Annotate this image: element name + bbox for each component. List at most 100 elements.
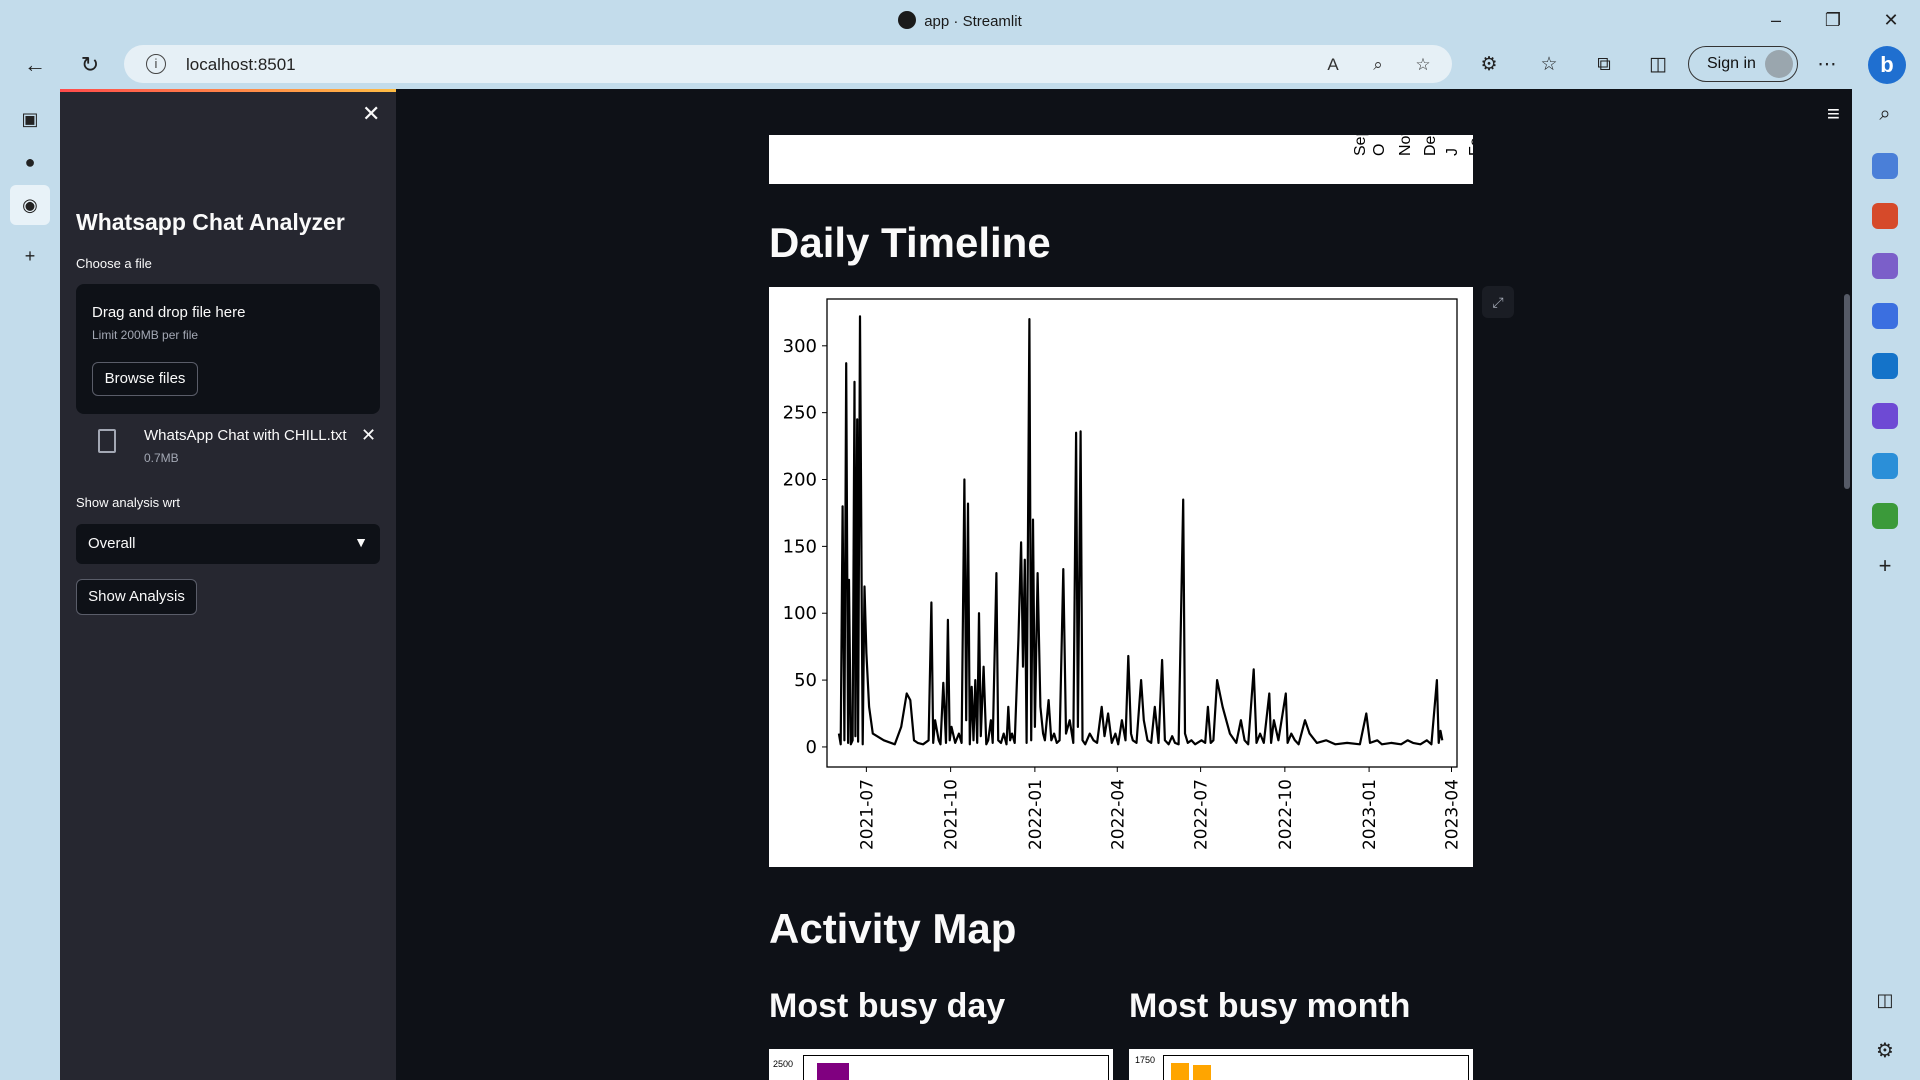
most-busy-day-heading: Most busy day: [769, 987, 1006, 1025]
shopping-icon[interactable]: [1872, 153, 1898, 179]
daily-timeline-svg: 0 50 100 150 200 250 300 2021-07 2021-10 2022-01 2…: [783, 298, 1463, 850]
busy-month-bar: [1193, 1065, 1211, 1080]
x-tick-label: 2022-07: [1192, 779, 1212, 850]
github-tab-icon[interactable]: ●: [15, 147, 45, 177]
site-info-icon[interactable]: i: [146, 54, 166, 74]
month-tick-label: Sept: [1352, 135, 1369, 156]
microsoft-365-icon[interactable]: [1872, 303, 1898, 329]
month-tick-label: Fe: [1467, 137, 1473, 156]
favorites-icon[interactable]: ☆: [1534, 51, 1564, 79]
refresh-icon[interactable]: ↻: [75, 50, 105, 80]
busy-day-chart: 2500: [769, 1049, 1113, 1080]
y-tick-label: 250: [783, 403, 817, 424]
extensions-icon[interactable]: ⚙: [1474, 51, 1504, 79]
outlook-icon[interactable]: [1872, 353, 1898, 379]
scrollbar[interactable]: [1844, 294, 1850, 489]
close-window-icon[interactable]: ✕: [1876, 6, 1906, 34]
send-icon[interactable]: [1872, 453, 1898, 479]
tools-icon[interactable]: [1872, 203, 1898, 229]
file-name: WhatsApp Chat with CHILL.txt: [144, 427, 347, 444]
decoration-bar: [60, 89, 396, 92]
new-tab-icon[interactable]: +: [15, 241, 45, 271]
month-tick-label: Dec: [1422, 135, 1439, 156]
daily-timeline-heading: Daily Timeline: [769, 219, 1051, 266]
settings-icon[interactable]: ⚙: [1872, 1038, 1898, 1064]
address-bar[interactable]: i localhost:8501 A ⌕ ☆: [124, 45, 1452, 83]
y-tick-label: 100: [783, 603, 817, 624]
x-tick-label: 2022-01: [1026, 779, 1046, 850]
back-icon[interactable]: ←: [20, 50, 50, 80]
show-analysis-button[interactable]: Show Analysis: [76, 579, 197, 615]
main-content: ≡ Sept O Nov Dec J Fe Sept O Nov Dec J F…: [396, 89, 1852, 1080]
x-tick-label: 2022-10: [1276, 779, 1296, 850]
restore-icon[interactable]: ❐: [1818, 6, 1848, 34]
busy-day-bar: [817, 1063, 849, 1080]
collections-icon[interactable]: ⧉: [1589, 51, 1619, 79]
x-tick-label: 2023-01: [1360, 779, 1380, 850]
main-menu-icon[interactable]: ≡: [1827, 101, 1840, 127]
search-icon[interactable]: ⌕: [1872, 101, 1898, 127]
games-icon[interactable]: [1872, 253, 1898, 279]
dropzone-text: Drag and drop file here: [92, 304, 246, 321]
add-favorite-icon[interactable]: ☆: [1412, 54, 1434, 76]
designer-icon[interactable]: [1872, 403, 1898, 429]
url-text[interactable]: localhost:8501: [186, 55, 296, 75]
edge-sidebar: ⌕ + ◫ ⚙: [1852, 89, 1920, 1080]
profile-avatar: [1765, 50, 1793, 78]
y-tick-label: 0: [806, 737, 817, 758]
zoom-icon[interactable]: ⌕: [1367, 54, 1389, 76]
x-tick-label: 2023-04: [1443, 779, 1463, 850]
dropzone-limit: Limit 200MB per file: [92, 328, 199, 342]
busy-day-y-tick: 2500: [773, 1059, 794, 1069]
add-sidebar-app-icon[interactable]: +: [1872, 553, 1898, 579]
close-sidebar-icon[interactable]: ✕: [362, 101, 380, 127]
y-tick-label: 200: [783, 470, 817, 491]
x-tick-label: 2021-10: [942, 779, 962, 850]
browser-essentials-icon[interactable]: ◫: [1643, 51, 1673, 79]
remove-file-icon[interactable]: ✕: [361, 425, 376, 446]
chevron-down-icon: ▼: [354, 534, 368, 550]
browser-chrome: app · Streamlit – ❐ ✕ ← ↻ i localhost:85…: [0, 0, 1920, 89]
file-dropzone[interactable]: Drag and drop file here Limit 200MB per …: [76, 284, 380, 414]
more-options-icon[interactable]: ⋯: [1812, 51, 1842, 79]
y-tick-label: 300: [783, 336, 817, 357]
streamlit-logo-icon: [898, 11, 917, 29]
app-sidebar: ✕ Whatsapp Chat Analyzer Choose a file D…: [60, 89, 396, 1080]
sign-in-label: Sign in: [1707, 55, 1756, 72]
read-aloud-icon[interactable]: A: [1322, 54, 1344, 76]
uploaded-file: WhatsApp Chat with CHILL.txt 0.7MB ✕: [76, 419, 380, 467]
tab-actions-icon[interactable]: ▣: [15, 104, 45, 134]
activity-map-heading: Activity Map: [769, 905, 1017, 952]
minimize-icon[interactable]: –: [1761, 6, 1791, 34]
analysis-select[interactable]: Overall ▼: [76, 524, 380, 564]
bing-copilot-icon[interactable]: b: [1868, 46, 1906, 84]
month-tick-label: Nov: [1397, 135, 1414, 156]
file-uploader-label: Choose a file: [76, 256, 152, 271]
tree-icon[interactable]: [1872, 503, 1898, 529]
file-size: 0.7MB: [144, 451, 179, 465]
y-tick-label: 150: [783, 536, 817, 557]
file-icon: [98, 429, 116, 453]
title-bar: app · Streamlit – ❐ ✕: [0, 0, 1920, 40]
split-screen-icon[interactable]: ◫: [1872, 987, 1898, 1013]
window-title-text: app · Streamlit: [924, 13, 1022, 30]
vertical-tabs-bar: ▣ ● ◉ +: [0, 89, 60, 1080]
busy-month-bar: [1171, 1063, 1189, 1080]
daily-message-line: [837, 315, 1444, 746]
month-tick-label: J: [1444, 148, 1461, 156]
sign-in-button[interactable]: Sign in: [1688, 46, 1798, 82]
y-tick-label: 50: [794, 670, 817, 691]
daily-timeline-chart: 0 50 100 150 200 250 300 2021-07 2021-10 2022-01 2…: [769, 287, 1473, 867]
analysis-select-value: Overall: [88, 535, 136, 552]
busy-month-y-tick: 1750: [1135, 1055, 1156, 1065]
x-tick-label: 2021-07: [857, 779, 877, 850]
monthly-timeline-chart-fragment: Sept O Nov Dec J Fe Sept O Nov Dec J Fe: [769, 135, 1473, 184]
busy-month-chart: 1750: [1129, 1049, 1473, 1080]
sidebar-title: Whatsapp Chat Analyzer: [76, 209, 345, 235]
month-tick-label: O: [1371, 143, 1388, 156]
streamlit-tab-icon[interactable]: ◉: [10, 185, 50, 225]
analysis-select-label: Show analysis wrt: [76, 495, 181, 510]
fullscreen-icon[interactable]: ⤢: [1482, 286, 1514, 318]
window-title: app · Streamlit: [0, 11, 1920, 30]
browse-files-button[interactable]: Browse files: [92, 362, 198, 396]
